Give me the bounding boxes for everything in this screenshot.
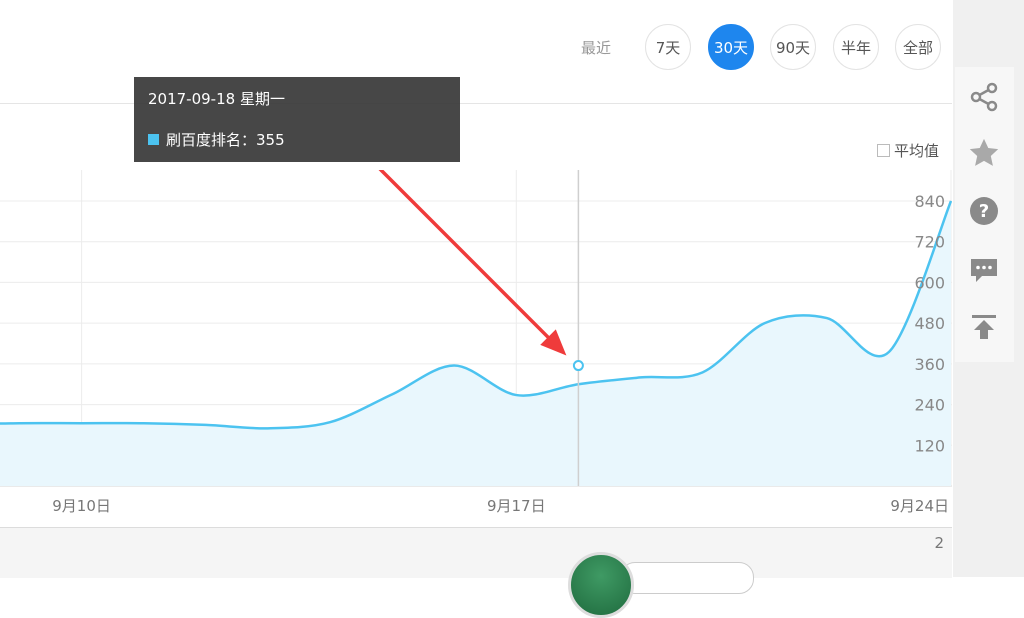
- y-tick-label: 240: [914, 396, 945, 415]
- question-icon: ?: [970, 197, 998, 225]
- ranking-chart: 120 240 360 480 600 720 840 9月10日 9月17日 9月24日: [0, 170, 952, 515]
- recent-label: 最近: [581, 39, 612, 57]
- tooltip-series-swatch: [148, 134, 159, 145]
- y-tick-label: 600: [914, 273, 945, 292]
- y-tick-label: 840: [914, 192, 945, 211]
- tooltip-date: 2017-09-18 星期一: [148, 90, 285, 108]
- period-all-button[interactable]: 全部: [895, 24, 941, 70]
- hover-point[interactable]: [572, 360, 584, 372]
- table-strip: 2: [0, 527, 952, 578]
- tooltip-value: 355: [256, 131, 285, 149]
- help-button[interactable]: ?: [955, 182, 1013, 240]
- arrow-up-icon: [972, 315, 996, 339]
- average-toggle[interactable]: 平均值: [877, 140, 939, 161]
- y-tick-label: 480: [914, 314, 945, 333]
- period-half-year-button[interactable]: 半年: [833, 24, 879, 70]
- pill-control[interactable]: [620, 562, 754, 594]
- average-checkbox[interactable]: [877, 144, 890, 157]
- comment-icon: [971, 259, 997, 282]
- x-tick-label: 9月17日: [487, 497, 546, 515]
- share-icon: [970, 82, 998, 112]
- chart-tooltip: 2017-09-18 星期一 刷百度排名：355: [134, 77, 460, 162]
- series-area: [0, 201, 951, 486]
- x-tick-label: 9月10日: [52, 497, 111, 515]
- feedback-button[interactable]: [955, 241, 1013, 299]
- svg-text:?: ?: [979, 201, 989, 222]
- annotation-arrow: [378, 170, 567, 356]
- period-30d-button[interactable]: 30天: [708, 24, 754, 70]
- y-tick-label: 120: [914, 436, 945, 455]
- share-button[interactable]: [955, 68, 1013, 126]
- x-tick-label: 9月24日: [890, 497, 949, 515]
- x-axis-ticks: 9月10日 9月17日 9月24日: [52, 497, 949, 515]
- period-90d-button[interactable]: 90天: [770, 24, 816, 70]
- green-badge: [568, 552, 634, 618]
- y-tick-label: 720: [914, 233, 945, 252]
- favorite-button[interactable]: [955, 124, 1013, 182]
- star-icon: [969, 138, 999, 166]
- y-tick-label: 360: [914, 355, 945, 374]
- back-to-top-button[interactable]: [955, 298, 1013, 356]
- average-label: 平均值: [894, 142, 940, 160]
- tooltip-series-label: 刷百度排名：: [166, 131, 257, 149]
- period-7d-button[interactable]: 7天: [645, 24, 691, 70]
- strip-number: 2: [934, 534, 944, 552]
